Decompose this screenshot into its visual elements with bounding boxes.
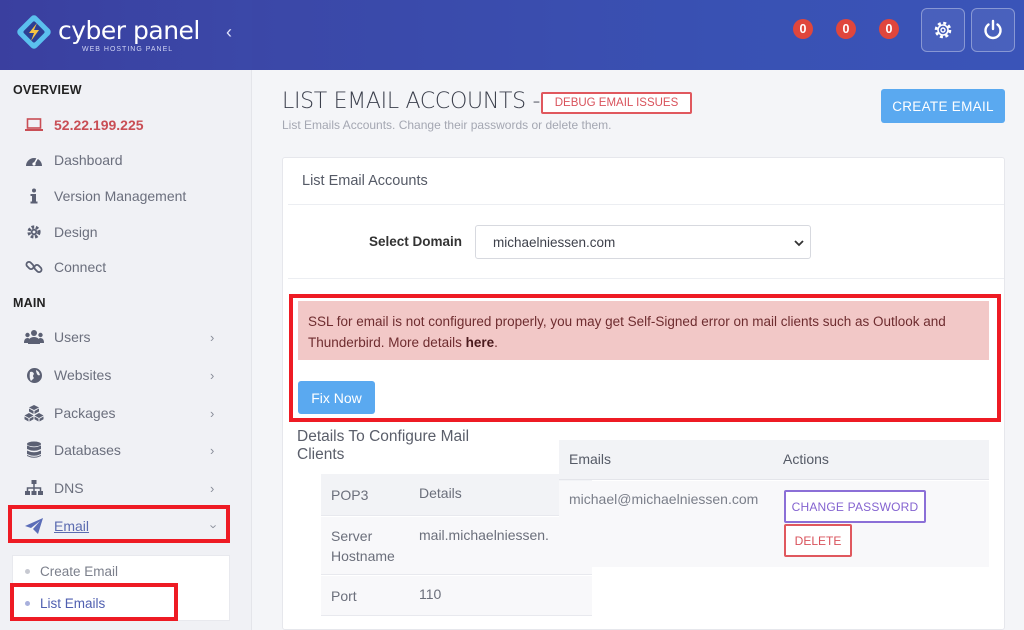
sidebar-item-users[interactable]: Users › (0, 322, 236, 352)
sidebar-item-version-management[interactable]: Version Management (0, 181, 236, 211)
sidebar-item-label: DNS (54, 480, 84, 496)
page-title: LIST EMAIL ACCOUNTS - (282, 89, 541, 114)
sidebar: cyber panel WEB HOSTING PANEL ‹ OVERVIEW… (0, 0, 252, 630)
database-icon (24, 440, 44, 460)
brand-name: cyber panel (58, 16, 200, 45)
change-password-button[interactable]: CHANGE PASSWORD (784, 490, 926, 523)
chevron-down-icon (794, 240, 804, 247)
sidebar-item-label: Users (54, 329, 91, 345)
table-header-cell: Emails (569, 451, 612, 467)
alert-highlight-box (289, 294, 1001, 422)
topbar: 0 0 0 (252, 0, 1024, 70)
settings-button[interactable] (921, 8, 965, 52)
chevron-right-icon: › (210, 329, 215, 345)
card-heading: List Email Accounts (302, 173, 428, 189)
email-highlight-box (8, 505, 230, 543)
sidebar-item-label: Websites (54, 367, 112, 383)
sidebar-item-websites[interactable]: Websites › (0, 360, 236, 390)
globe-icon (24, 365, 44, 385)
gear-icon (934, 21, 952, 39)
notification-badge[interactable]: 0 (879, 19, 899, 39)
domain-select[interactable]: michaelniessen.com (475, 225, 811, 259)
create-email-button[interactable]: CREATE EMAIL (881, 89, 1005, 123)
sidebar-item-ip[interactable]: 52.22.199.225 (0, 110, 236, 140)
divider (288, 278, 1004, 279)
brand-tagline: WEB HOSTING PANEL (82, 46, 174, 53)
select-domain-label: Select Domain (369, 234, 463, 249)
debug-email-issues-button[interactable]: DEBUG EMAIL ISSUES (541, 92, 692, 114)
brand-header: cyber panel WEB HOSTING PANEL ‹ (0, 0, 252, 70)
table-header-cell: Details (419, 485, 462, 501)
sidebar-item-label: Connect (54, 259, 107, 275)
notification-badge[interactable]: 0 (793, 19, 813, 39)
table-cell: 110 (419, 586, 442, 602)
table-cell: Server Hostname (331, 528, 395, 564)
sidebar-item-label: Dashboard (54, 152, 123, 168)
sitemap-icon (24, 478, 44, 498)
table-row: Server Hostname mail.michaelniessen.com (321, 517, 592, 575)
table-header-row: Emails Actions (559, 440, 989, 480)
cubes-icon (24, 403, 44, 423)
table-cell: mail.michaelniessen.com (419, 527, 549, 543)
cyberpanel-logo-icon (17, 15, 51, 49)
sidebar-item-dns[interactable]: DNS › (0, 473, 236, 503)
domain-select-value: michaelniessen.com (493, 235, 616, 250)
sidebar-item-packages[interactable]: Packages › (0, 398, 236, 428)
sidebar-item-label: Databases (54, 442, 121, 458)
chevron-right-icon: › (210, 367, 215, 383)
sidebar-item-label: Packages (54, 405, 116, 421)
divider (288, 204, 1004, 205)
chevron-right-icon: › (210, 442, 215, 458)
sidebar-item-label: Design (54, 224, 98, 240)
collapse-sidebar-icon[interactable]: ‹ (226, 22, 232, 43)
table-row: michael@michaelniessen.com CHANGE PASSWO… (559, 481, 989, 567)
email-address: michael@michaelniessen.com (569, 491, 759, 507)
overview-heading: OVERVIEW (13, 83, 82, 97)
table-header-row: POP3 Details (321, 474, 592, 516)
table-header-cell: Actions (783, 451, 829, 467)
submenu-item-create-email[interactable]: Create Email (13, 556, 231, 586)
table-cell: Port (331, 588, 357, 604)
info-icon (24, 186, 44, 206)
table-row: Port 110 (321, 576, 592, 616)
link-icon (24, 257, 44, 277)
details-heading: Details To Configure Mail Clients (297, 428, 470, 463)
power-button[interactable] (971, 8, 1015, 52)
notification-badge[interactable]: 0 (836, 19, 856, 39)
power-icon (984, 19, 1002, 40)
table-header-cell: POP3 (331, 487, 369, 503)
bullet-icon (25, 568, 30, 574)
laptop-icon (24, 115, 44, 135)
sidebar-item-databases[interactable]: Databases › (0, 435, 236, 465)
users-icon (24, 327, 44, 347)
sidebar-item-connect[interactable]: Connect (0, 252, 236, 282)
list-emails-highlight-box (10, 583, 178, 621)
main-heading: MAIN (13, 296, 46, 310)
page-subtitle: List Emails Accounts. Change their passw… (282, 118, 612, 132)
delete-button[interactable]: DELETE (784, 524, 852, 557)
dashboard-gauge-icon (24, 150, 44, 170)
gear-icon (24, 222, 44, 242)
chevron-right-icon: › (210, 405, 215, 421)
sidebar-item-dashboard[interactable]: Dashboard (0, 145, 236, 175)
submenu-item-label: Create Email (40, 563, 119, 579)
chevron-right-icon: › (210, 480, 215, 496)
sidebar-item-label: Version Management (54, 188, 187, 204)
sidebar-item-design[interactable]: Design (0, 217, 236, 247)
sidebar-item-label: 52.22.199.225 (54, 117, 144, 133)
